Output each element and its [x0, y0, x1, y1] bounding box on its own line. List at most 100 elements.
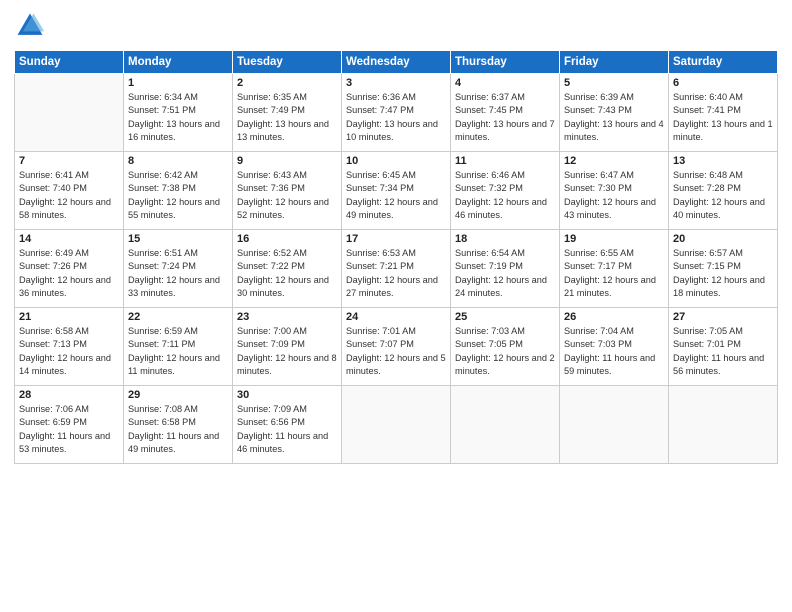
col-header-thursday: Thursday	[451, 51, 560, 74]
cell-info: Sunrise: 6:55 AMSunset: 7:17 PMDaylight:…	[564, 247, 664, 300]
calendar-cell: 21Sunrise: 6:58 AMSunset: 7:13 PMDayligh…	[15, 308, 124, 386]
calendar-cell: 2 Sunrise: 6:35 AMSunset: 7:49 PMDaylight…	[233, 74, 342, 152]
calendar-cell: 25 Sunrise: 7:03 AMSunset: 7:05 PMDayligh…	[451, 308, 560, 386]
cell-info: Sunrise: 6:41 AMSunset: 7:40 PMDaylight:…	[19, 169, 119, 222]
day-number: 13	[673, 155, 773, 167]
cell-info: Sunrise: 6:49 AMSunset: 7:26 PMDaylight:…	[19, 247, 119, 300]
col-header-tuesday: Tuesday	[233, 51, 342, 74]
day-number: 12	[564, 155, 664, 167]
col-header-sunday: Sunday	[15, 51, 124, 74]
cell-info: Sunrise: 7:00 AMSunset: 7:09 PMDaylight:…	[237, 325, 337, 378]
calendar-cell: 6 Sunrise: 6:40 AMSunset: 7:41 PMDaylight…	[669, 74, 778, 152]
cell-info: Sunrise: 6:53 AMSunset: 7:21 PMDaylight:…	[346, 247, 446, 300]
calendar-cell	[451, 386, 560, 464]
week-row-2: 7 Sunrise: 6:41 AMSunset: 7:40 PMDaylight…	[15, 152, 778, 230]
calendar-cell: 4 Sunrise: 6:37 AMSunset: 7:45 PMDaylight…	[451, 74, 560, 152]
cell-info: Sunrise: 6:42 AMSunset: 7:38 PMDaylight:…	[128, 169, 228, 222]
calendar-cell	[342, 386, 451, 464]
week-row-5: 28 Sunrise: 7:06 AMSunset: 6:59 PMDayligh…	[15, 386, 778, 464]
calendar-header-row: SundayMondayTuesdayWednesdayThursdayFrid…	[15, 51, 778, 74]
day-number: 25	[455, 311, 555, 323]
page-header	[14, 10, 778, 42]
day-number: 5	[564, 77, 664, 89]
calendar-cell: 28 Sunrise: 7:06 AMSunset: 6:59 PMDayligh…	[15, 386, 124, 464]
day-number: 19	[564, 233, 664, 245]
day-number: 2	[237, 77, 337, 89]
day-number: 18	[455, 233, 555, 245]
day-number: 3	[346, 77, 446, 89]
calendar-cell: 17 Sunrise: 6:53 AMSunset: 7:21 PMDayligh…	[342, 230, 451, 308]
day-number: 28	[19, 389, 119, 401]
day-number: 16	[237, 233, 337, 245]
calendar-cell: 29 Sunrise: 7:08 AMSunset: 6:58 PMDayligh…	[124, 386, 233, 464]
logo-icon	[14, 10, 46, 42]
cell-info: Sunrise: 6:40 AMSunset: 7:41 PMDaylight:…	[673, 91, 773, 144]
cell-info: Sunrise: 6:35 AMSunset: 7:49 PMDaylight:…	[237, 91, 337, 144]
cell-info: Sunrise: 6:51 AMSunset: 7:24 PMDaylight:…	[128, 247, 228, 300]
day-number: 24	[346, 311, 446, 323]
day-number: 15	[128, 233, 228, 245]
cell-info: Sunrise: 7:03 AMSunset: 7:05 PMDaylight:…	[455, 325, 555, 378]
cell-info: Sunrise: 6:58 AMSunset: 7:13 PMDaylight:…	[19, 325, 119, 378]
day-number: 11	[455, 155, 555, 167]
cell-info: Sunrise: 6:52 AMSunset: 7:22 PMDaylight:…	[237, 247, 337, 300]
calendar-cell	[15, 74, 124, 152]
day-number: 27	[673, 311, 773, 323]
day-number: 20	[673, 233, 773, 245]
day-number: 8	[128, 155, 228, 167]
logo	[14, 10, 48, 42]
day-number: 10	[346, 155, 446, 167]
day-number: 30	[237, 389, 337, 401]
week-row-4: 21Sunrise: 6:58 AMSunset: 7:13 PMDayligh…	[15, 308, 778, 386]
calendar-cell	[560, 386, 669, 464]
day-number: 9	[237, 155, 337, 167]
calendar-cell: 16 Sunrise: 6:52 AMSunset: 7:22 PMDayligh…	[233, 230, 342, 308]
calendar-cell: 10 Sunrise: 6:45 AMSunset: 7:34 PMDayligh…	[342, 152, 451, 230]
calendar-cell: 24 Sunrise: 7:01 AMSunset: 7:07 PMDayligh…	[342, 308, 451, 386]
day-number: 1	[128, 77, 228, 89]
calendar-cell: 19 Sunrise: 6:55 AMSunset: 7:17 PMDayligh…	[560, 230, 669, 308]
cell-info: Sunrise: 7:04 AMSunset: 7:03 PMDaylight:…	[564, 325, 664, 378]
cell-info: Sunrise: 6:59 AMSunset: 7:11 PMDaylight:…	[128, 325, 228, 378]
calendar-cell: 1 Sunrise: 6:34 AMSunset: 7:51 PMDaylight…	[124, 74, 233, 152]
calendar-cell: 18 Sunrise: 6:54 AMSunset: 7:19 PMDayligh…	[451, 230, 560, 308]
day-number: 7	[19, 155, 119, 167]
calendar-cell: 27Sunrise: 7:05 AMSunset: 7:01 PMDayligh…	[669, 308, 778, 386]
calendar-cell: 22 Sunrise: 6:59 AMSunset: 7:11 PMDayligh…	[124, 308, 233, 386]
cell-info: Sunrise: 6:36 AMSunset: 7:47 PMDaylight:…	[346, 91, 446, 144]
cell-info: Sunrise: 7:06 AMSunset: 6:59 PMDaylight:…	[19, 403, 119, 456]
cell-info: Sunrise: 6:43 AMSunset: 7:36 PMDaylight:…	[237, 169, 337, 222]
col-header-monday: Monday	[124, 51, 233, 74]
day-number: 23	[237, 311, 337, 323]
cell-info: Sunrise: 6:39 AMSunset: 7:43 PMDaylight:…	[564, 91, 664, 144]
cell-info: Sunrise: 6:54 AMSunset: 7:19 PMDaylight:…	[455, 247, 555, 300]
day-number: 22	[128, 311, 228, 323]
calendar-table: SundayMondayTuesdayWednesdayThursdayFrid…	[14, 50, 778, 464]
cell-info: Sunrise: 7:01 AMSunset: 7:07 PMDaylight:…	[346, 325, 446, 378]
calendar-cell: 12 Sunrise: 6:47 AMSunset: 7:30 PMDayligh…	[560, 152, 669, 230]
calendar-cell: 13Sunrise: 6:48 AMSunset: 7:28 PMDayligh…	[669, 152, 778, 230]
calendar-cell: 7 Sunrise: 6:41 AMSunset: 7:40 PMDaylight…	[15, 152, 124, 230]
calendar-cell: 14 Sunrise: 6:49 AMSunset: 7:26 PMDayligh…	[15, 230, 124, 308]
cell-info: Sunrise: 6:37 AMSunset: 7:45 PMDaylight:…	[455, 91, 555, 144]
day-number: 29	[128, 389, 228, 401]
cell-info: Sunrise: 6:47 AMSunset: 7:30 PMDaylight:…	[564, 169, 664, 222]
calendar-cell: 11Sunrise: 6:46 AMSunset: 7:32 PMDayligh…	[451, 152, 560, 230]
calendar-cell: 26 Sunrise: 7:04 AMSunset: 7:03 PMDayligh…	[560, 308, 669, 386]
calendar-cell: 9 Sunrise: 6:43 AMSunset: 7:36 PMDaylight…	[233, 152, 342, 230]
cell-info: Sunrise: 6:34 AMSunset: 7:51 PMDaylight:…	[128, 91, 228, 144]
cell-info: Sunrise: 7:08 AMSunset: 6:58 PMDaylight:…	[128, 403, 228, 456]
day-number: 17	[346, 233, 446, 245]
col-header-wednesday: Wednesday	[342, 51, 451, 74]
day-number: 6	[673, 77, 773, 89]
page-container: SundayMondayTuesdayWednesdayThursdayFrid…	[0, 0, 792, 472]
day-number: 14	[19, 233, 119, 245]
cell-info: Sunrise: 6:45 AMSunset: 7:34 PMDaylight:…	[346, 169, 446, 222]
calendar-cell: 5 Sunrise: 6:39 AMSunset: 7:43 PMDaylight…	[560, 74, 669, 152]
col-header-friday: Friday	[560, 51, 669, 74]
day-number: 4	[455, 77, 555, 89]
col-header-saturday: Saturday	[669, 51, 778, 74]
day-number: 26	[564, 311, 664, 323]
cell-info: Sunrise: 7:09 AMSunset: 6:56 PMDaylight:…	[237, 403, 337, 456]
calendar-cell	[669, 386, 778, 464]
